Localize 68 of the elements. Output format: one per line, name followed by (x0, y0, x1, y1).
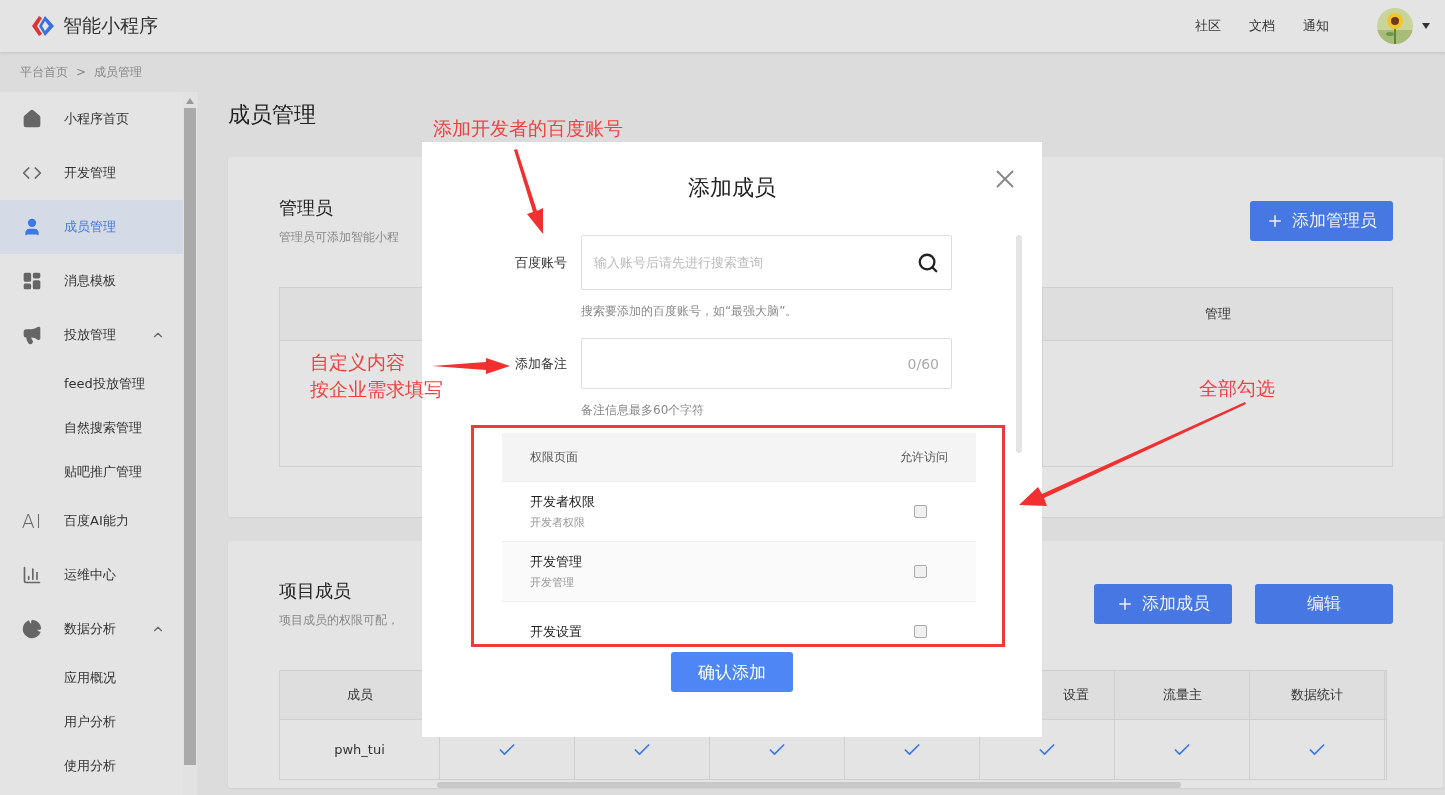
column-header: 设置 (1063, 686, 1089, 704)
pie-chart-icon (22, 619, 42, 639)
section-description: 项目成员的权限可配， (279, 612, 399, 629)
sidebar-item[interactable]: 小程序首页 (0, 92, 183, 146)
sidebar-item[interactable]: 数据分析 (0, 602, 183, 656)
search-field[interactable]: 输入账号后请先进行搜索查询 (594, 236, 917, 289)
sidebar-item[interactable]: 消息模板 (0, 254, 183, 308)
column-header: 管理 (1204, 305, 1231, 323)
megaphone-icon (22, 325, 42, 345)
permission-title: 开发设置 (530, 622, 583, 641)
permission-subtitle: 开发管理 (530, 575, 575, 590)
nav-link[interactable]: 通知 (1303, 17, 1329, 35)
user-icon (22, 217, 42, 237)
ai-icon: AI (21, 510, 43, 532)
home-icon (22, 109, 42, 129)
column-header: 数据统计 (1291, 686, 1343, 704)
help-text: 搜索要添加的百度账号，如“最强大脑”。 (581, 303, 799, 320)
permission-title: 开发者权限 (530, 493, 596, 511)
page-title: 成员管理 (228, 101, 316, 129)
sidebar-subitem[interactable]: feed投放管理 (0, 362, 183, 406)
bar-chart-icon (22, 565, 42, 585)
char-counter: 0/60 (907, 355, 939, 372)
section-description: 管理员可添加智能小程 (279, 229, 399, 246)
nav-link[interactable]: 文档 (1249, 17, 1275, 35)
sidebar-item[interactable]: AI 百度AI能力 (0, 494, 183, 548)
add-admin-button[interactable]: 添加管理员 (1250, 200, 1393, 241)
scrollbar[interactable] (1016, 235, 1022, 453)
sidebar-subitem[interactable]: 应用概况 (0, 656, 183, 700)
member-name: pwh_tui (334, 742, 385, 757)
sidebar-subitem[interactable]: 使用分析 (0, 744, 183, 788)
permission-title: 开发管理 (530, 553, 583, 571)
add-member-button[interactable]: 添加成员 (1094, 583, 1232, 624)
nav-link[interactable]: 社区 (1195, 17, 1221, 35)
help-text: 备注信息最多60个字符 (581, 402, 706, 419)
column-header: 流量主 (1162, 686, 1202, 704)
sidebar-subitem[interactable]: 用户分析 (0, 700, 183, 744)
column-header: 允许访问 (900, 448, 948, 466)
dialog-title: 添加成员 (688, 176, 776, 200)
field-label: 添加备注 (514, 354, 567, 373)
search-box[interactable]: 输入账号后请先进行搜索查询 (581, 235, 952, 290)
field-label: 百度账号 (514, 253, 567, 272)
annotation-text: 自定义内容 按企业需求填写 (310, 351, 443, 402)
column-header: 成员 (346, 686, 373, 704)
sidebar-subitem[interactable]: 自然搜索管理 (0, 406, 183, 450)
edit-button[interactable]: 编辑 (1255, 583, 1393, 624)
checkbox[interactable] (914, 565, 927, 578)
sidebar-item[interactable]: 开发管理 (0, 146, 183, 200)
grid-icon (22, 271, 42, 291)
annotation-text: 全部勾选 (1199, 377, 1275, 401)
logo-icon (30, 14, 56, 38)
sidebar-item[interactable]: 投放管理 (0, 308, 183, 362)
section-title: 管理员 (279, 196, 333, 220)
scroll-up-icon[interactable] (186, 98, 194, 104)
logo-text: 智能小程序 (63, 13, 158, 38)
section-title: 项目成员 (279, 579, 351, 603)
caret-icon[interactable] (1421, 22, 1431, 30)
sidebar-item[interactable]: 运维中心 (0, 548, 183, 602)
checkbox[interactable] (914, 505, 927, 518)
annotation-text: 添加开发者的百度账号 (433, 117, 623, 141)
scrollbar[interactable] (183, 92, 197, 795)
checkbox[interactable] (914, 625, 927, 638)
search-icon[interactable] (917, 251, 939, 274)
sidebar-subitem[interactable]: 贴吧推广管理 (0, 450, 183, 494)
scrollbar[interactable] (437, 782, 1181, 788)
breadcrumb-item: 成员管理 (94, 63, 143, 81)
permission-subtitle: 开发者权限 (530, 515, 586, 530)
column-header: 权限页面 (530, 449, 578, 464)
breadcrumb-item: > (76, 65, 87, 79)
